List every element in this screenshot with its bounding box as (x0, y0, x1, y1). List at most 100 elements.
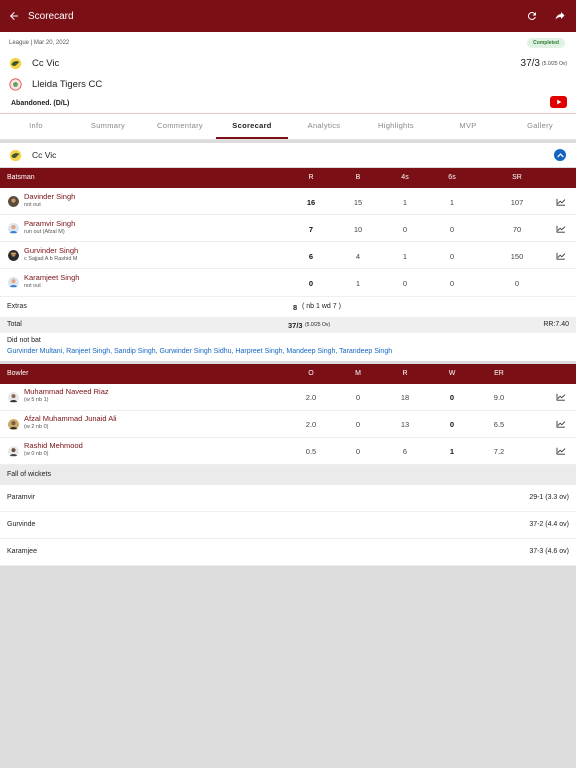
overs-value: 2.0 (305, 420, 317, 429)
collapse-button[interactable] (554, 149, 566, 161)
youtube-button[interactable] (550, 96, 567, 108)
status-badge: Completed (527, 38, 565, 48)
maidens-value: 0 (355, 447, 361, 456)
runs-conceded-value: 6 (402, 447, 408, 456)
runs-value: 16 (306, 198, 316, 207)
batsman-name[interactable]: Gurvinder Singh (24, 246, 78, 255)
economy-value: 9.0 (493, 393, 505, 402)
bowling-header: Bowler O M R W ER (0, 364, 576, 384)
bowler-column-header: Bowler (7, 370, 29, 377)
sr-value: 0 (514, 279, 520, 288)
runs-value: 0 (308, 279, 314, 288)
chevron-up-icon (556, 152, 564, 157)
tab-mvp[interactable]: MVP (432, 114, 504, 139)
bowler-name[interactable]: Rashid Mehmood (24, 441, 83, 450)
innings-team-name: Cc Vic (32, 150, 57, 160)
trend-chart-icon[interactable] (556, 252, 566, 260)
fall-of-wickets-header: Fall of wickets (0, 465, 576, 485)
fours-value: 0 (402, 225, 408, 234)
back-button[interactable] (0, 0, 28, 32)
bowler-extras: (w 2 nb 0) (24, 424, 49, 430)
sixes-value: 0 (449, 279, 455, 288)
dismissal-text: run out (Afzal M) (24, 229, 65, 235)
fow-score: 29-1 (3.3 ov) (529, 494, 569, 501)
player-avatar (8, 446, 19, 457)
fow-row: Karamjee 37-3 (4.6 ov) (0, 539, 576, 566)
did-not-bat-players[interactable]: Gurvinder Multani, Ranjeet Singh, Sandip… (7, 348, 392, 355)
tab-commentary[interactable]: Commentary (144, 114, 216, 139)
bowling-row[interactable]: Rashid Mehmood (w 0 nb 0) 0.5 0 6 1 7.2 (0, 438, 576, 465)
dismissal-text: not out (24, 283, 41, 289)
economy-column-header: ER (494, 370, 504, 377)
maidens-value: 0 (355, 393, 361, 402)
player-avatar (8, 223, 19, 234)
balls-value: 4 (355, 252, 361, 261)
share-button[interactable] (546, 0, 574, 32)
app-bar: Scorecard (0, 0, 576, 32)
refresh-icon (527, 12, 536, 21)
tab-info[interactable]: Info (0, 114, 72, 139)
innings-header[interactable]: Cc Vic (0, 143, 576, 167)
trend-chart-icon[interactable] (556, 198, 566, 206)
dismissal-text: not out (24, 202, 41, 208)
sr-value: 150 (510, 252, 524, 261)
runs-column-header: R (308, 174, 314, 181)
overs-value: 0.5 (305, 447, 317, 456)
dismissal-text: c Sajjad A b Rashid M (24, 256, 78, 262)
team1-row: Cc Vic 37/3 (5.0/25 Ov) (9, 57, 567, 70)
batting-row[interactable]: Davinder Singh not out 16 15 1 1 107 (0, 188, 576, 215)
tab-highlights[interactable]: Highlights (360, 114, 432, 139)
match-result: Abandoned. (D/L) (11, 100, 70, 107)
batting-row[interactable]: Gurvinder Singh c Sajjad A b Rashid M 6 … (0, 242, 576, 269)
bowling-row[interactable]: Muhammad Naveed Riaz (w 5 nb 1) 2.0 0 18… (0, 384, 576, 411)
tab-gallery[interactable]: Gallery (504, 114, 576, 139)
runs-conceded-column-header: R (402, 370, 408, 377)
runs-conceded-value: 13 (400, 420, 410, 429)
player-avatar (8, 419, 19, 430)
tab-bar: Info Summary Commentary Scorecard Analyt… (0, 113, 576, 140)
total-value: 37/3 (288, 321, 303, 330)
team1-overs: (5.0/25 Ov) (541, 60, 567, 67)
extras-row: Extras 8 ( nb 1 wd 7 ) (0, 297, 576, 317)
batting-header: Batsman R B 4s 6s SR (0, 168, 576, 188)
extras-detail: ( nb 1 wd 7 ) (302, 303, 341, 310)
maidens-column-header: M (355, 370, 361, 377)
sixes-value: 0 (449, 225, 455, 234)
trend-chart-icon[interactable] (556, 420, 566, 428)
wickets-value: 0 (449, 420, 455, 429)
batting-row[interactable]: Karamjeet Singh not out 0 1 0 0 0 (0, 269, 576, 297)
tab-summary[interactable]: Summary (72, 114, 144, 139)
tab-scorecard[interactable]: Scorecard (216, 114, 288, 139)
did-not-bat-section: Did not bat Gurvinder Multani, Ranjeet S… (0, 333, 576, 361)
bowling-row[interactable]: Afzal Muhammad Junaid Ali (w 2 nb 0) 2.0… (0, 411, 576, 438)
team1-logo (9, 57, 22, 70)
player-avatar (8, 196, 19, 207)
batsman-column-header: Batsman (7, 174, 35, 181)
batsman-name[interactable]: Paramvir Singh (24, 219, 75, 228)
runs-value: 6 (308, 252, 314, 261)
tab-analytics[interactable]: Analytics (288, 114, 360, 139)
batsman-name[interactable]: Karamjeet Singh (24, 273, 79, 282)
economy-value: 6.5 (493, 420, 505, 429)
sr-value: 107 (510, 198, 524, 207)
fours-value: 1 (402, 198, 408, 207)
trend-chart-icon[interactable] (556, 225, 566, 233)
balls-value: 15 (353, 198, 363, 207)
trend-chart-icon[interactable] (556, 393, 566, 401)
fall-of-wickets-title: Fall of wickets (7, 471, 51, 478)
team1-name: Cc Vic (32, 58, 60, 69)
fow-row: Paramvir 29-1 (3.3 ov) (0, 485, 576, 512)
fours-column-header: 4s (401, 174, 409, 181)
team2-name: Lleida Tigers CC (32, 79, 103, 90)
did-not-bat-label: Did not bat (7, 337, 41, 344)
trend-chart-icon[interactable] (556, 447, 566, 455)
bowler-name[interactable]: Afzal Muhammad Junaid Ali (24, 414, 117, 423)
sixes-value: 1 (449, 198, 455, 207)
team1-score: 37/3 (520, 58, 540, 69)
refresh-button[interactable] (518, 0, 546, 32)
batting-row[interactable]: Paramvir Singh run out (Afzal M) 7 10 0 … (0, 215, 576, 242)
bowler-name[interactable]: Muhammad Naveed Riaz (24, 387, 109, 396)
batsman-name[interactable]: Davinder Singh (24, 192, 75, 201)
fow-batsman: Paramvir (7, 494, 36, 501)
play-icon (556, 99, 561, 105)
